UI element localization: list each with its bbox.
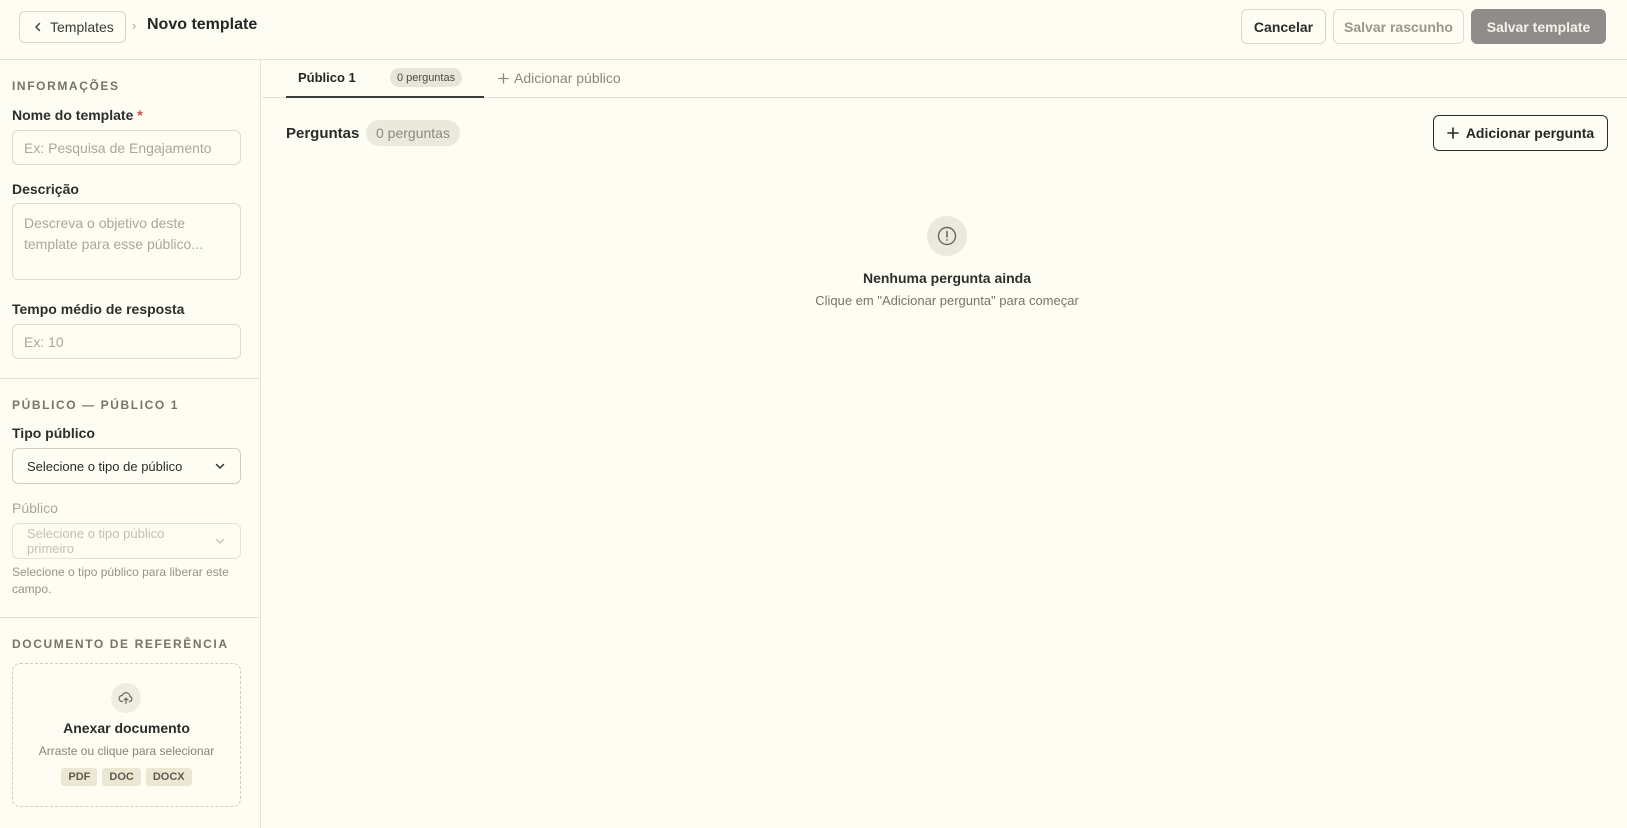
audience-section-title: PÚBLICO — PÚBLICO 1 <box>12 398 180 412</box>
audience-select: Selecione o tipo público primeiro <box>12 523 241 559</box>
add-question-button[interactable]: Adicionar pergunta <box>1433 115 1608 151</box>
add-audience-label: Adicionar público <box>514 70 621 86</box>
template-name-input[interactable] <box>12 130 241 165</box>
description-textarea[interactable] <box>12 203 241 280</box>
add-question-label: Adicionar pergunta <box>1465 125 1595 141</box>
file-type-tag: PDF <box>61 768 98 786</box>
save-template-button[interactable]: Salvar template <box>1471 9 1606 44</box>
chevron-left-icon <box>35 22 41 32</box>
file-type-tag: DOC <box>102 768 141 786</box>
save-draft-button[interactable]: Salvar rascunho <box>1333 9 1464 44</box>
required-marker: * <box>137 107 143 123</box>
top-bar: Templates › Novo template Cancelar Salva… <box>0 0 1627 60</box>
alert-circle-icon <box>927 216 967 256</box>
audience-label: Público <box>12 500 58 516</box>
dropzone-subtitle: Arraste ou clique para selecionar <box>38 744 215 758</box>
tab-label: Público 1 <box>298 70 356 85</box>
cancel-button[interactable]: Cancelar <box>1241 9 1326 44</box>
description-label: Descrição <box>12 181 79 197</box>
audience-type-label: Tipo público <box>12 425 95 441</box>
chevron-down-icon <box>215 463 225 469</box>
questions-title: Perguntas <box>286 125 360 142</box>
file-type-tag: DOCX <box>145 768 192 786</box>
audience-type-select[interactable]: Selecione o tipo de público <box>12 448 241 484</box>
template-name-label-text: Nome do template <box>12 107 134 123</box>
breadcrumb-separator: › <box>132 18 137 33</box>
audience-value: Selecione o tipo público primeiro <box>27 526 165 556</box>
tab-question-count-badge: 0 perguntas <box>390 68 463 87</box>
back-to-templates-button[interactable]: Templates <box>19 11 126 43</box>
back-button-label: Templates <box>50 19 114 35</box>
plus-icon <box>1447 127 1459 139</box>
plus-icon <box>498 72 509 84</box>
chevron-down-icon <box>215 538 225 544</box>
audience-tabs: Público 1 0 perguntas Adicionar público <box>262 60 1627 98</box>
audience-hint: Selecione o tipo público para liberar es… <box>12 565 229 596</box>
page-title: Novo template <box>147 16 258 33</box>
template-name-label: Nome do template * <box>12 107 143 123</box>
questions-count-badge: 0 perguntas <box>366 120 460 146</box>
audience-type-value: Selecione o tipo de público <box>27 458 183 474</box>
sidebar-divider <box>0 378 261 379</box>
sidebar-divider <box>0 617 261 618</box>
response-time-input[interactable] <box>12 324 241 359</box>
response-time-label: Tempo médio de resposta <box>12 301 185 317</box>
document-dropzone[interactable]: Anexar documento Arraste ou clique para … <box>12 663 241 807</box>
add-audience-button[interactable]: Adicionar público <box>498 70 621 86</box>
empty-state-title: Nenhuma pergunta ainda <box>862 270 1032 286</box>
file-type-tags: PDF DOC DOCX <box>13 768 240 786</box>
reference-doc-section-title: DOCUMENTO DE REFERÊNCIA <box>12 637 229 651</box>
dropzone-title: Anexar documento <box>63 720 190 736</box>
upload-icon <box>111 683 141 713</box>
info-section-title: INFORMAÇÕES <box>12 79 120 93</box>
tab-publico-1[interactable]: Público 1 0 perguntas <box>286 60 484 98</box>
empty-state-subtitle: Clique em "Adicionar pergunta" para come… <box>815 293 1079 308</box>
